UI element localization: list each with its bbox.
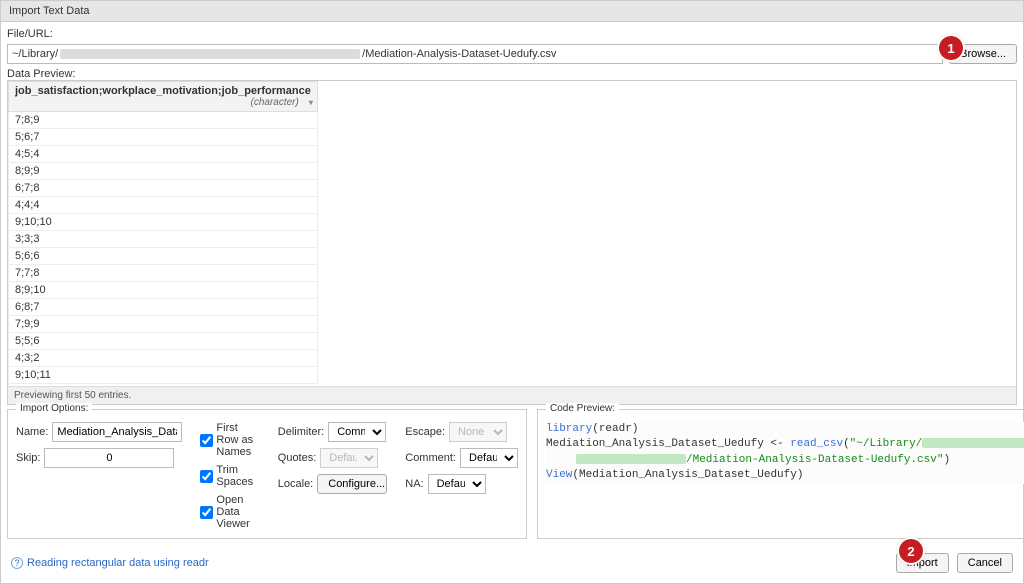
table-cell: 7;7;8 [9,265,318,282]
file-path-suffix: /Mediation-Analysis-Dataset-Uedufy.csv [362,48,556,60]
quotes-label: Quotes: [278,452,317,464]
import-options-panel: Import Options: Name: Skip: First Row as… [7,409,527,539]
open-viewer-checkbox[interactable]: Open Data Viewer [200,494,259,530]
escape-select[interactable]: None [449,422,507,442]
trim-spaces-checkbox[interactable]: Trim Spaces [200,464,259,488]
annotation-callout-2: 2 [899,539,923,563]
table-cell: 4;4;4 [9,197,318,214]
delimiter-label: Delimiter: [278,426,324,438]
locale-label: Locale: [278,478,313,490]
code-preview-title: Code Preview: [546,403,619,414]
comment-select[interactable]: Default [460,448,518,468]
table-row: 4;4;4 [9,197,318,214]
table-cell: 6;8;7 [9,299,318,316]
table-row: 4;3;2 [9,350,318,367]
code-preview-text[interactable]: library(readr) Mediation_Analysis_Datase… [546,422,1024,484]
table-cell: 9;10;11 [9,367,318,384]
column-type-label: (character) [15,97,311,108]
code-preview-panel: Code Preview: library(readr) Mediation_A… [537,409,1024,539]
redacted-path-segment [60,49,360,59]
table-cell: 7;8;9 [9,112,318,129]
first-row-checkbox[interactable]: First Row as Names [200,422,259,458]
table-cell: 5;6;7 [9,129,318,146]
help-link[interactable]: ? Reading rectangular data using readr [11,557,209,569]
data-preview-table: job_satisfaction;workplace_motivation;jo… [8,81,318,386]
redacted-code-segment [922,438,1024,448]
name-label: Name: [16,426,48,438]
table-cell: 4;3;2 [9,350,318,367]
table-row: 5;6;7 [9,129,318,146]
delimiter-select[interactable]: Comma [328,422,386,442]
table-row: 9;10;11 [9,367,318,384]
skip-label: Skip: [16,452,40,464]
table-row: 6;8;7 [9,299,318,316]
trim-spaces-label: Trim Spaces [216,464,259,488]
table-row: 7;7;8 [9,265,318,282]
file-path-prefix: ~/Library/ [12,48,58,60]
locale-configure-button[interactable]: Configure... [317,474,387,494]
table-row: 3;3;3 [9,231,318,248]
quotes-select[interactable]: Default [320,448,378,468]
file-path-display[interactable]: ~/Library/ /Mediation-Analysis-Dataset-U… [7,44,943,64]
help-icon: ? [11,557,23,569]
table-cell: 7;9;9 [9,316,318,333]
table-row: 6;7;8 [9,180,318,197]
table-row: 5;6;6 [9,248,318,265]
table-cell: 6;7;8 [9,180,318,197]
table-cell: 4;5;4 [9,146,318,163]
table-row: 8;9;10 [9,282,318,299]
data-preview-label: Data Preview: [7,68,1017,80]
column-header[interactable]: job_satisfaction;workplace_motivation;jo… [9,82,318,112]
table-row: 9;10;10 [9,214,318,231]
table-row: 4;5;4 [9,146,318,163]
escape-label: Escape: [405,426,445,438]
table-row: 7;9;9 [9,316,318,333]
table-cell: 8;9;9 [9,163,318,180]
table-cell: 9;10;10 [9,214,318,231]
import-options-title: Import Options: [16,403,92,414]
help-link-text: Reading rectangular data using readr [27,557,209,569]
skip-input[interactable] [44,448,174,468]
table-row: 5;5;6 [9,333,318,350]
column-header-name: job_satisfaction;workplace_motivation;jo… [15,85,311,97]
table-row: 8;9;9 [9,163,318,180]
annotation-callout-1: 1 [939,36,963,60]
table-cell: 8;9;10 [9,282,318,299]
window-title: Import Text Data [1,1,1023,22]
na-label: NA: [405,478,423,490]
table-cell: 5;5;6 [9,333,318,350]
table-cell: 3;3;3 [9,231,318,248]
redacted-code-segment [576,454,686,464]
comment-label: Comment: [405,452,456,464]
table-cell: 5;6;6 [9,248,318,265]
file-url-label: File/URL: [7,28,1017,40]
preview-table-scroll[interactable]: job_satisfaction;workplace_motivation;jo… [8,81,1016,386]
first-row-label: First Row as Names [216,422,259,458]
open-viewer-label: Open Data Viewer [216,494,259,530]
name-input[interactable] [52,422,182,442]
chevron-down-icon[interactable]: ▾ [309,98,313,107]
cancel-button[interactable]: Cancel [957,553,1013,573]
preview-footer-text: Previewing first 50 entries. [8,386,1016,404]
table-row: 7;8;9 [9,112,318,129]
na-select[interactable]: Default [428,474,486,494]
